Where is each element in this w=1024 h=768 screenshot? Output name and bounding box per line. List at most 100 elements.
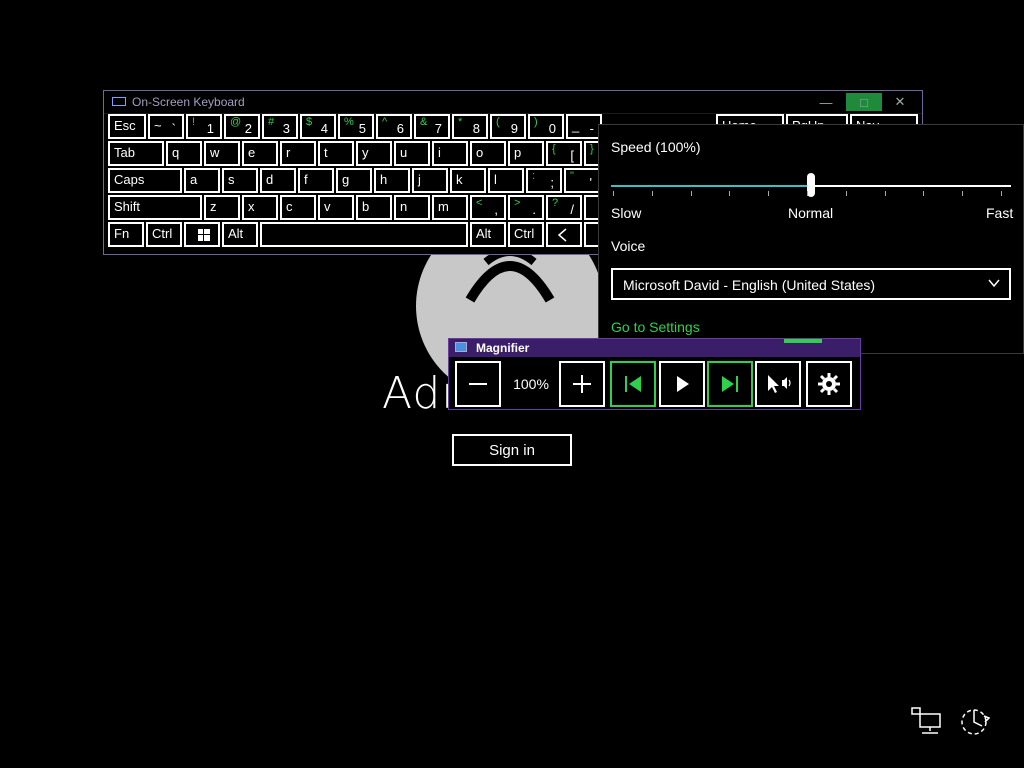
osk-key-label: > [514,197,521,209]
voice-dropdown[interactable]: Microsoft David - English (United States… [611,268,1011,300]
slider-tick [768,191,769,196]
osk-key[interactable]: Tab [108,141,164,166]
osk-key[interactable]: @2 [224,114,260,139]
osk-key[interactable]: % 5 [338,114,374,139]
osk-key[interactable]: >. [508,195,544,220]
close-icon: ✕ [894,94,906,109]
maximize-icon: □ [860,94,868,110]
slider-tick [807,191,808,196]
osk-key[interactable]: ~ ` [148,114,184,139]
read-from-pointer-button[interactable] [755,361,801,407]
osk-key[interactable]: * 8 [452,114,488,139]
slider-tick [613,191,614,196]
osk-key[interactable]: :; [526,168,562,193]
zoom-out-button[interactable] [455,361,501,407]
osk-key[interactable]: Caps [108,168,182,193]
osk-key-label: Alt [228,226,244,241]
osk-key-sublabel: , [494,202,498,217]
osk-key[interactable]: k [450,168,486,193]
osk-key[interactable]: " ' [564,168,600,193]
osk-key[interactable]: m [432,195,468,220]
close-button[interactable]: ✕ [882,93,918,111]
osk-key[interactable] [184,222,220,247]
osk-key[interactable]: c [280,195,316,220]
osk-key-label: y [362,145,369,160]
osk-key[interactable]: <, [470,195,506,220]
osk-key-sublabel: 3 [282,121,290,136]
speed-slider[interactable] [611,171,1011,197]
settings-button[interactable] [806,361,852,407]
zoom-in-button[interactable] [559,361,605,407]
sign-in-button[interactable]: Sign in [452,434,572,466]
osk-key[interactable]: w [204,141,240,166]
osk-key[interactable]: z [204,195,240,220]
osk-key[interactable]: t [318,141,354,166]
osk-key[interactable]: Shift [108,195,202,220]
osk-key[interactable]: q [166,141,202,166]
previous-button[interactable] [610,361,656,407]
osk-titlebar[interactable]: On-Screen Keyboard — □ ✕ [104,91,922,114]
osk-key[interactable]: ) 0 [528,114,564,139]
next-button[interactable] [707,361,753,407]
osk-key-label: t [324,145,328,160]
osk-key[interactable]: r [280,141,316,166]
slider-thumb[interactable] [807,173,815,197]
magnifier-titlebar[interactable]: Magnifier [449,339,860,357]
osk-key[interactable]: a [184,168,220,193]
osk-key[interactable]: d [260,168,296,193]
osk-key[interactable]: (9 [490,114,526,139]
osk-key[interactable]: s [222,168,258,193]
osk-key[interactable]: ? / [546,195,582,220]
osk-key[interactable]: Alt [470,222,506,247]
osk-key[interactable]: x [242,195,278,220]
go-to-settings-link[interactable]: Go to Settings [611,319,700,335]
osk-key[interactable]: $4 [300,114,336,139]
network-button[interactable] [910,706,944,736]
osk-key[interactable]: _ - [566,114,602,139]
narrator-settings-flyout: Speed (100%) Slow Normal Fast Voice Micr… [598,124,1024,354]
osk-key[interactable]: Esc [108,114,146,139]
osk-key[interactable]: l [488,168,524,193]
minimize-icon: — [819,94,833,110]
osk-key[interactable]: Fn [108,222,144,247]
osk-key[interactable]: b [356,195,392,220]
osk-key[interactable]: y [356,141,392,166]
osk-key[interactable]: #3 [262,114,298,139]
osk-key-label: ( [496,116,500,128]
osk-key[interactable]: ^ 6 [376,114,412,139]
osk-key[interactable] [260,222,468,247]
osk-key[interactable]: {[ [546,141,582,166]
osk-key[interactable]: o [470,141,506,166]
osk-key[interactable]: f [298,168,334,193]
osk-key-sublabel: 7 [434,121,442,136]
slider-tick [729,191,730,196]
osk-key[interactable]: j [412,168,448,193]
osk-key-label: ~ [154,118,162,133]
osk-key-sublabel: / [570,202,574,217]
slider-tick [1001,191,1002,196]
minimize-button[interactable]: — [808,93,844,111]
osk-key[interactable]: n [394,195,430,220]
osk-key-label: Esc [114,118,136,133]
osk-key-label: v [324,199,331,214]
osk-key[interactable]: Ctrl [508,222,544,247]
osk-key[interactable]: & 7 [414,114,450,139]
osk-key[interactable]: v [318,195,354,220]
osk-key[interactable]: e [242,141,278,166]
osk-key[interactable]: i [432,141,468,166]
maximize-button[interactable]: □ [846,93,882,111]
osk-key[interactable]: p [508,141,544,166]
osk-key-label: d [266,172,274,187]
osk-key[interactable]: g [336,168,372,193]
osk-key[interactable]: h [374,168,410,193]
osk-key[interactable] [546,222,582,247]
osk-key-label: f [304,172,308,187]
osk-key[interactable]: Alt [222,222,258,247]
osk-key[interactable]: Ctrl [146,222,182,247]
osk-key[interactable]: ! 1 [186,114,222,139]
play-button[interactable] [659,361,705,407]
ease-of-access-button[interactable] [958,704,992,738]
osk-key[interactable]: u [394,141,430,166]
osk-key-label: e [248,145,256,160]
gear-icon [818,373,840,395]
